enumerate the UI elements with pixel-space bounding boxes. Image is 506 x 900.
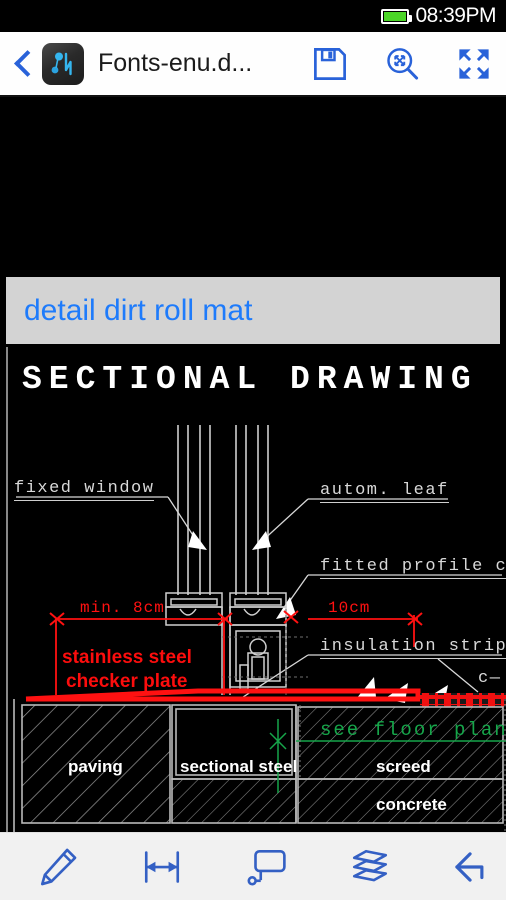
drawing-canvas[interactable]: detail dirt roll mat SECTIONAL DRAWING f… xyxy=(0,97,506,832)
label-autom-leaf: autom. leaf xyxy=(320,481,449,503)
annotation-checker-plate: checker plate xyxy=(66,671,188,692)
label-fitted-profile: fitted profile cy xyxy=(320,557,506,579)
sheet-title-band: detail dirt roll mat xyxy=(6,277,500,344)
undo-arrow-icon[interactable] xyxy=(453,846,495,888)
app-bar: Fonts-enu.d... xyxy=(0,32,506,97)
sheet-title-text: detail dirt roll mat xyxy=(24,293,253,327)
annotation-stainless-steel: stainless steel xyxy=(62,647,192,668)
bottom-toolbar xyxy=(0,832,506,900)
material-concrete: concrete xyxy=(376,795,447,814)
material-sectional-steel: sectional steel xyxy=(180,757,298,776)
battery-full-icon xyxy=(381,8,413,24)
annotation-see-floor-plan: see floor plan xyxy=(320,719,506,741)
material-screed: screed xyxy=(376,757,431,776)
material-paving: paving xyxy=(68,757,123,776)
label-fixed-window: fixed window xyxy=(14,479,155,501)
app-bar-actions xyxy=(312,46,492,82)
cad-drawing: SECTIONAL DRAWING fixed window autom. le… xyxy=(6,347,506,832)
callout-icon[interactable] xyxy=(245,846,287,888)
status-bar: 08:39PM xyxy=(0,0,506,32)
label-insulation-strips: insulation strips ba xyxy=(320,637,506,659)
label-c-partial: c— xyxy=(478,669,502,688)
floppy-disk-icon[interactable] xyxy=(312,46,348,82)
dimension-min-8cm: min. 8cm xyxy=(80,599,165,617)
dimension-10cm: 10cm xyxy=(328,599,371,617)
document-title: Fonts-enu.d... xyxy=(98,49,253,77)
cad-app-icon xyxy=(42,42,84,85)
magnifier-extents-icon[interactable] xyxy=(384,46,420,82)
chevron-left-icon[interactable] xyxy=(10,47,36,81)
fullscreen-arrows-icon[interactable] xyxy=(456,46,492,82)
pencil-icon[interactable] xyxy=(37,846,79,888)
dimension-icon[interactable] xyxy=(141,846,183,888)
layers-icon[interactable] xyxy=(349,846,391,888)
status-clock: 08:39PM xyxy=(415,4,496,27)
